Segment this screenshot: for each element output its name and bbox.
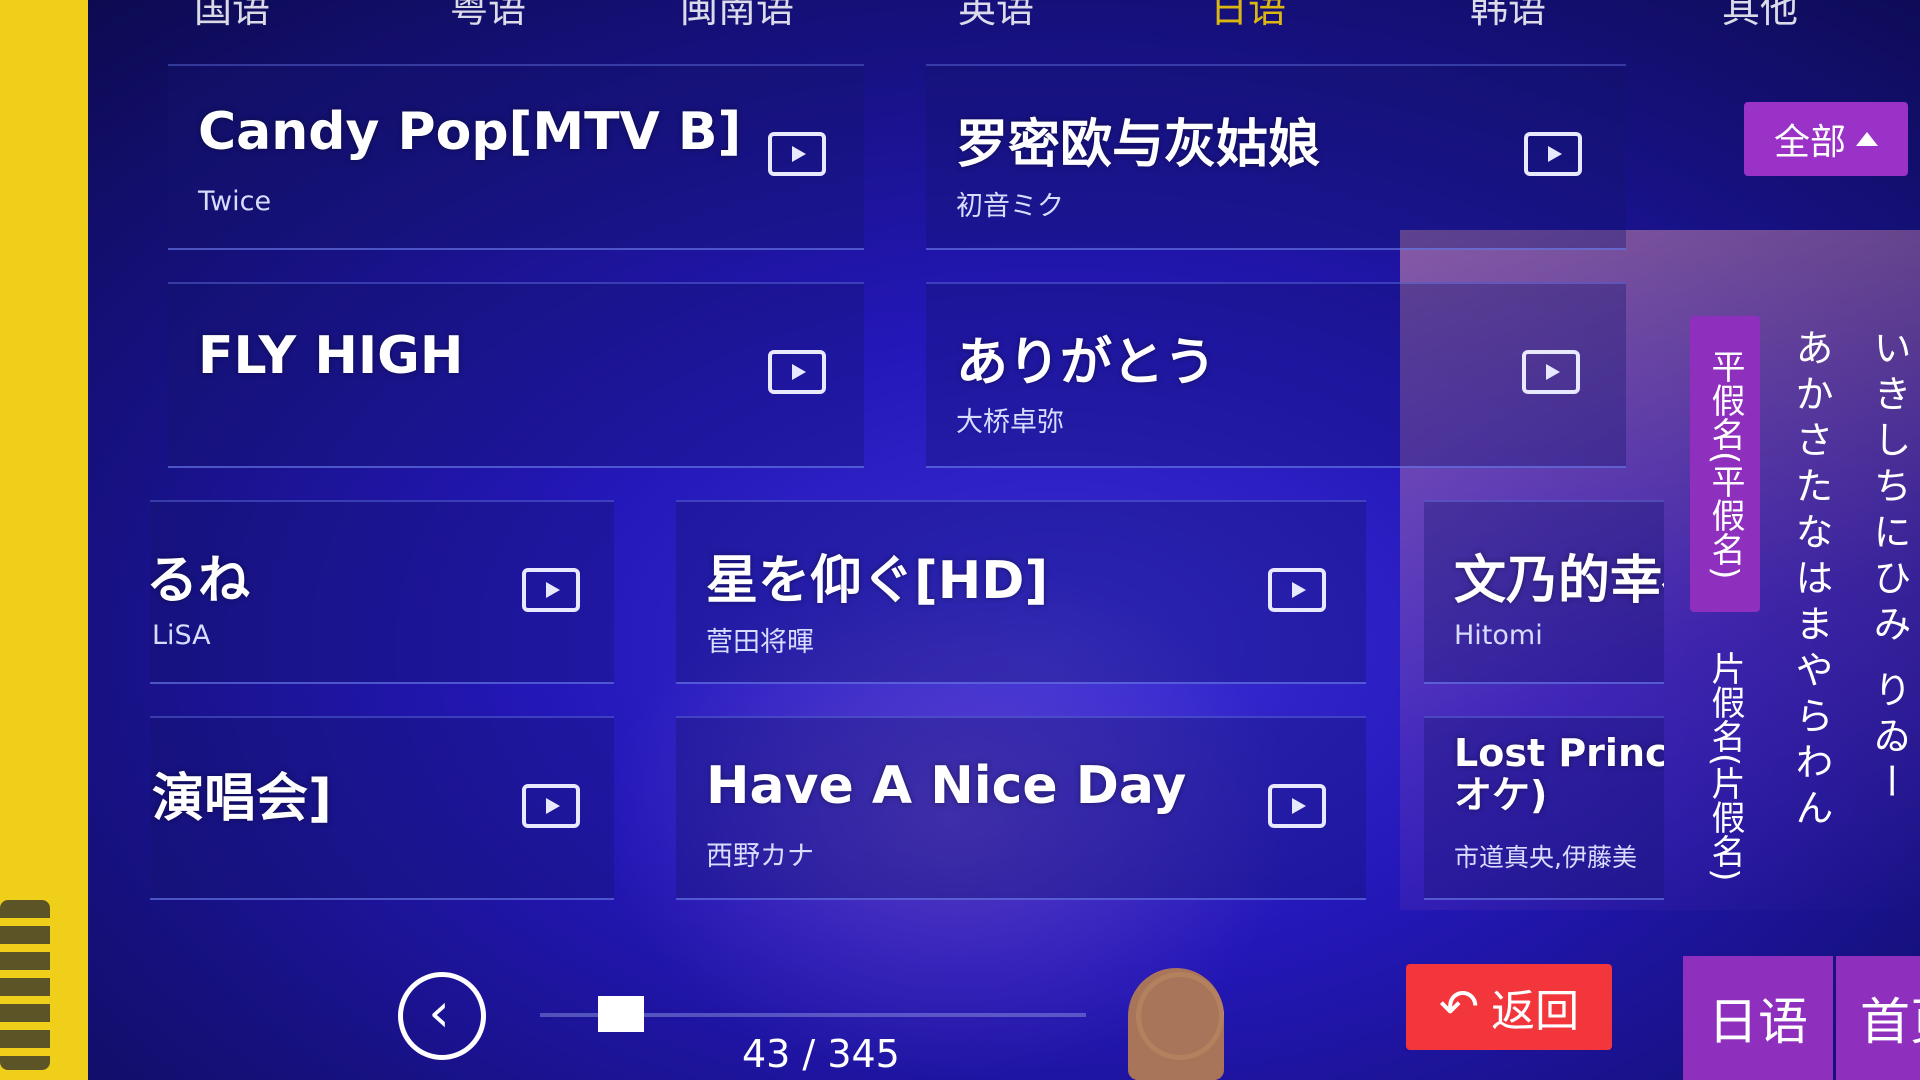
song-card[interactable]: ありがとう 大桥卓弥: [926, 282, 1626, 468]
page-counter: 43 / 345: [742, 1032, 900, 1076]
song-title: Lost Princes オケ): [1454, 731, 1664, 817]
song-card[interactable]: るね LiSA: [150, 500, 614, 684]
song-artist: 市道真央,伊藤美: [1454, 843, 1637, 872]
prev-page-button[interactable]: ‹: [398, 972, 486, 1060]
play-icon[interactable]: [768, 350, 826, 394]
play-icon[interactable]: [1522, 350, 1580, 394]
tab-english[interactable]: 英语: [958, 0, 1034, 33]
tab-cantonese[interactable]: 粤语: [450, 0, 526, 33]
song-title: Candy Pop[MTV B]: [198, 102, 742, 162]
song-card[interactable]: 星を仰ぐ[HD] 菅田将暉: [676, 500, 1366, 684]
song-card[interactable]: Candy Pop[MTV B] Twice: [168, 64, 864, 250]
song-title: Have A Nice Day: [706, 756, 1187, 816]
left-banner: [0, 0, 88, 1080]
play-icon[interactable]: [522, 568, 580, 612]
language-tabs: 国语 粤语 闽南语 英语 日语 韩语 其他: [110, 0, 1810, 31]
song-artist: Hitomi: [1454, 620, 1543, 651]
language-button[interactable]: 日语: [1683, 956, 1833, 1080]
chevron-left-icon: ‹: [428, 981, 450, 1044]
play-icon[interactable]: [522, 784, 580, 828]
tab-korean[interactable]: 韩语: [1470, 0, 1546, 33]
song-artist: 大桥卓弥: [956, 407, 1064, 438]
home-button[interactable]: 首页: [1836, 956, 1920, 1080]
tab-other[interactable]: 其他: [1722, 0, 1798, 33]
return-label: 返回: [1491, 986, 1580, 1037]
return-arrow-icon: ↶: [1438, 979, 1480, 1035]
song-artist: LiSA: [152, 620, 211, 651]
user-finger: [1128, 968, 1224, 1080]
song-title: 星を仰ぐ[HD]: [706, 551, 1049, 611]
filter-all-button[interactable]: 全部: [1744, 102, 1908, 176]
song-card[interactable]: 罗密欧与灰姑娘 初音ミク: [926, 64, 1626, 250]
filter-label: 全部: [1773, 122, 1846, 163]
play-icon[interactable]: [1524, 132, 1582, 176]
tab-mandarin[interactable]: 国语: [194, 0, 270, 33]
language-label: 日语: [1708, 993, 1808, 1051]
song-card[interactable]: Lost Princes オケ) 市道真央,伊藤美: [1424, 716, 1664, 900]
play-icon[interactable]: [768, 132, 826, 176]
tab-hokkien[interactable]: 闽南语: [680, 0, 794, 33]
kana-column-a[interactable]: あかさたなはまやらわん: [1786, 328, 1836, 834]
return-button[interactable]: ↶ 返回: [1406, 964, 1612, 1050]
home-label: 首页: [1860, 993, 1920, 1051]
kana-index-panel: 平假名(平假名) 片假名(片假名) あかさたなはまやらわん いきしちにひみ りゐ…: [1690, 316, 1920, 896]
song-title: ありがとう: [956, 333, 1217, 393]
song-title: 罗密欧与灰姑娘: [956, 115, 1321, 175]
hiragana-tab[interactable]: 平假名(平假名): [1690, 316, 1760, 612]
page-slider-thumb[interactable]: [598, 996, 644, 1032]
katakana-tab[interactable]: 片假名(片假名): [1690, 636, 1760, 896]
song-title: 文乃的幸福: [1454, 551, 1664, 611]
song-card[interactable]: Have A Nice Day 西野カナ: [676, 716, 1366, 900]
triangle-up-icon: [1856, 132, 1878, 146]
play-icon[interactable]: [1268, 568, 1326, 612]
song-title: FLY HIGH: [198, 326, 464, 386]
song-artist: 菅田将暉: [706, 627, 814, 658]
song-artist: Twice: [198, 186, 272, 217]
song-card[interactable]: FLY HIGH: [168, 282, 864, 468]
tab-japanese[interactable]: 日语: [1210, 0, 1286, 33]
song-title: 演唱会]: [152, 769, 332, 829]
song-card[interactable]: 文乃的幸福 Hitomi: [1424, 500, 1664, 684]
song-artist: 初音ミク: [956, 191, 1064, 222]
song-title: るね: [150, 551, 251, 611]
kana-column-i[interactable]: いきしちにひみ りゐー: [1864, 328, 1914, 808]
song-artist: 西野カナ: [706, 841, 814, 872]
play-icon[interactable]: [1268, 784, 1326, 828]
banner-logo: [0, 900, 50, 1070]
song-card[interactable]: 演唱会]: [150, 716, 614, 900]
